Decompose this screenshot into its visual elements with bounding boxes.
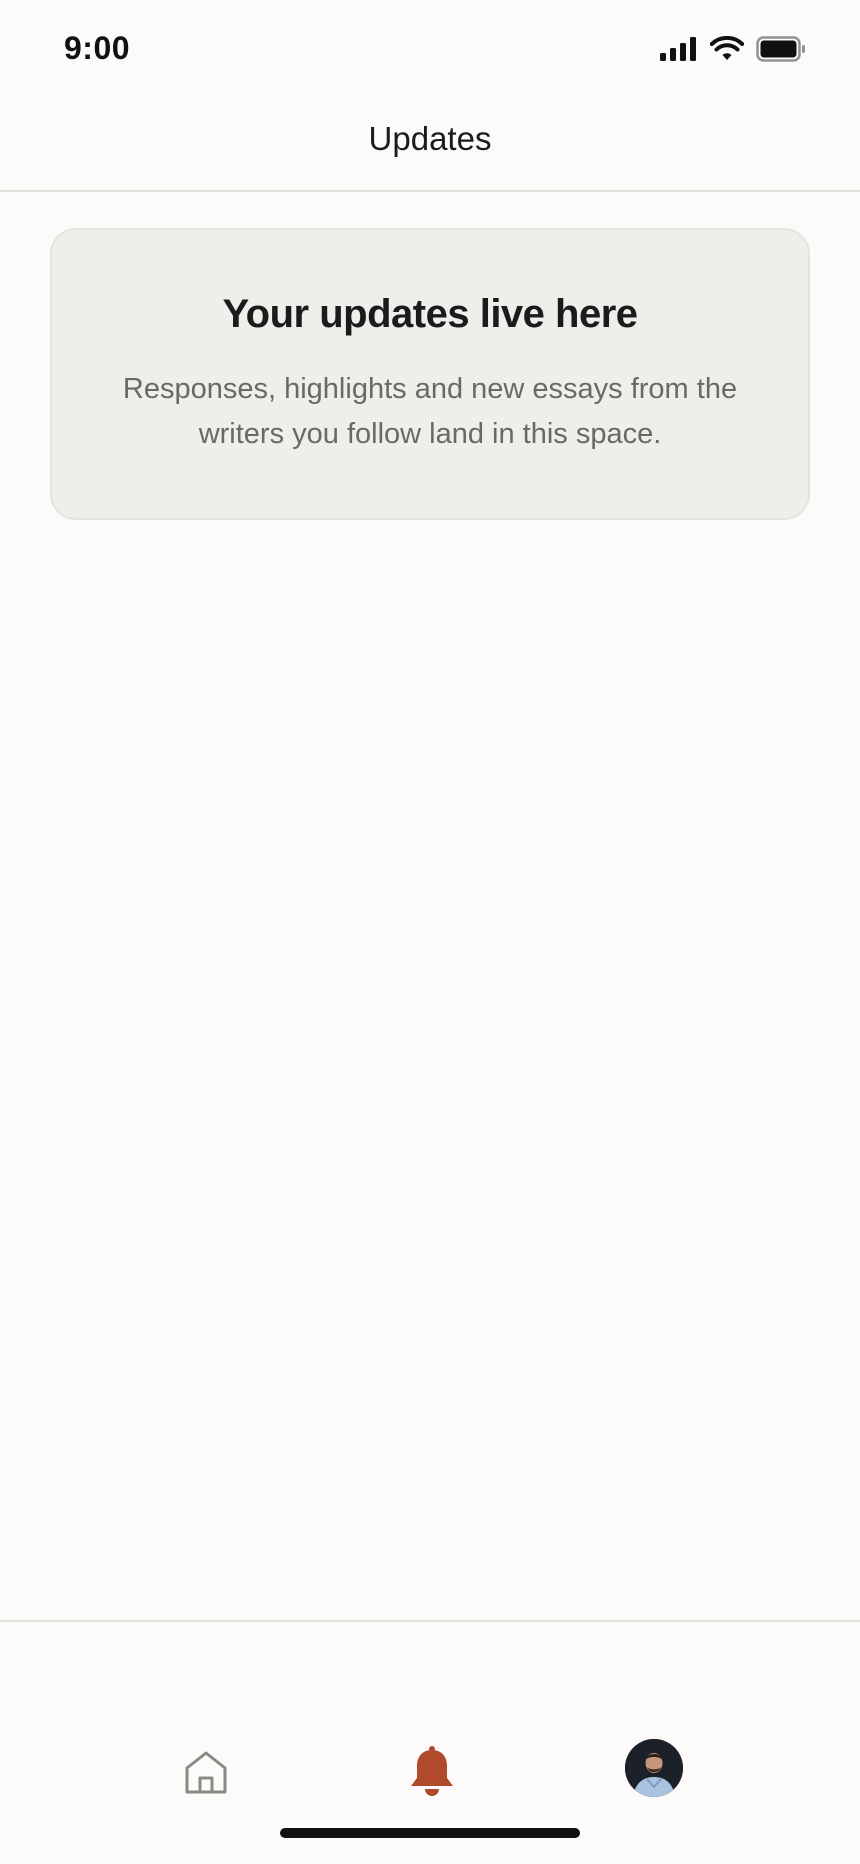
cellular-signal-icon xyxy=(660,37,698,61)
page-title: Updates xyxy=(368,120,492,157)
status-time: 9:00 xyxy=(64,30,131,66)
status-icons xyxy=(660,34,806,64)
wifi-icon xyxy=(710,36,744,62)
battery-icon xyxy=(756,36,806,62)
updates-screen: 9:00 Updates Your updates live here Resp… xyxy=(0,0,860,1864)
empty-state-card: Your updates live here Responses, highli… xyxy=(50,228,810,520)
avatar xyxy=(625,1739,683,1797)
home-icon xyxy=(182,1748,230,1801)
tab-profile[interactable] xyxy=(624,1738,684,1798)
home-indicator xyxy=(280,1828,580,1838)
nav-header: Updates xyxy=(0,100,860,192)
empty-state-description: Responses, highlights and new essays fro… xyxy=(122,373,738,450)
status-bar: 9:00 xyxy=(0,0,860,100)
bell-icon xyxy=(409,1745,455,1803)
tab-home[interactable] xyxy=(174,1742,238,1806)
empty-state-title: Your updates live here xyxy=(222,292,638,336)
tab-updates[interactable] xyxy=(400,1742,464,1806)
